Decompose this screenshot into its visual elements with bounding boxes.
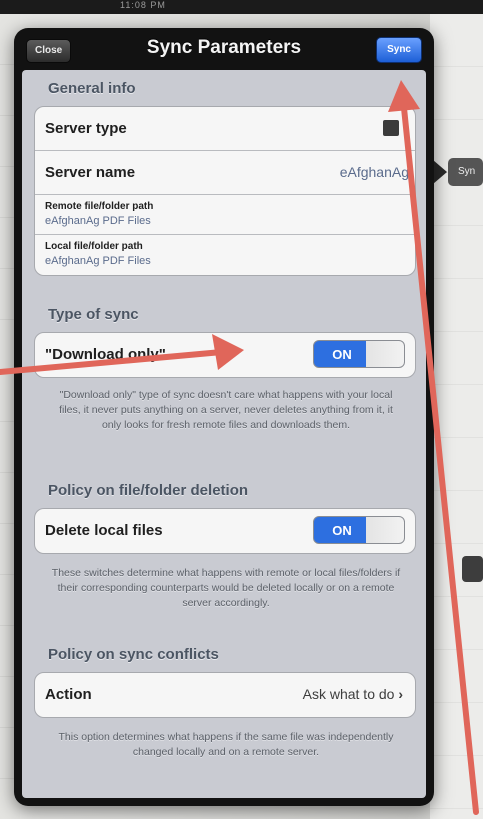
- chevron-right-icon: ›: [398, 686, 403, 702]
- local-path-label: Local file/folder path: [45, 241, 143, 252]
- action-label: Action: [45, 686, 92, 703]
- action-value-text: Ask what to do: [302, 686, 395, 702]
- section-header-sync-type: Type of sync: [48, 306, 139, 323]
- status-bar: 11:08 PM: [0, 0, 483, 14]
- remote-path-row[interactable]: Remote file/folder path eAfghanAg PDF Fi…: [35, 195, 415, 235]
- status-time: 11:08 PM: [120, 0, 166, 10]
- group-general: Server type Server name eAfghanAg Remote…: [34, 106, 416, 276]
- group-deletion: Delete local files ON: [34, 508, 416, 554]
- server-name-label: Server name: [45, 164, 136, 181]
- toggle-on-label: ON: [332, 523, 352, 538]
- delete-local-files-row: Delete local files ON: [35, 509, 415, 553]
- background-right-panel: [430, 14, 483, 819]
- background-small-button[interactable]: [462, 556, 483, 582]
- sync-type-footnote: "Download only" type of sync doesn't car…: [59, 389, 393, 431]
- local-path-row[interactable]: Local file/folder path eAfghanAg PDF Fil…: [35, 235, 415, 275]
- local-path-value: eAfghanAg PDF Files: [45, 255, 151, 267]
- remote-path-label: Remote file/folder path: [45, 201, 154, 212]
- download-only-row: "Download only" ON: [35, 333, 415, 377]
- section-header-deletion: Policy on file/folder deletion: [48, 482, 249, 499]
- popover-pointer: [433, 160, 447, 184]
- action-row[interactable]: Action Ask what to do ›: [35, 673, 415, 717]
- server-name-value: eAfghanAg: [339, 164, 409, 180]
- server-name-row[interactable]: Server name eAfghanAg: [35, 151, 415, 195]
- section-header-general: General info: [48, 80, 136, 97]
- section-header-conflicts: Policy on sync conflicts: [48, 646, 219, 663]
- sync-parameters-popover: Close Sync Parameters Sync General info …: [14, 28, 434, 806]
- remote-path-value: eAfghanAg PDF Files: [45, 215, 151, 227]
- toggle-on-label: ON: [332, 347, 352, 362]
- sync-button[interactable]: Sync: [376, 37, 422, 63]
- server-type-label: Server type: [45, 120, 127, 137]
- server-type-row[interactable]: Server type: [35, 107, 415, 151]
- settings-table: General info Server type Server name eAf…: [22, 70, 426, 798]
- server-type-icon: [383, 120, 399, 136]
- deletion-footnote: These switches determine what happens wi…: [51, 567, 401, 609]
- action-value: Ask what to do ›: [303, 686, 403, 702]
- delete-local-files-toggle[interactable]: ON: [313, 516, 405, 544]
- page-title: Sync Parameters: [146, 37, 302, 58]
- delete-local-files-label: Delete local files: [45, 522, 163, 539]
- group-sync-type: "Download only" ON: [34, 332, 416, 378]
- group-conflicts: Action Ask what to do ›: [34, 672, 416, 718]
- download-only-label: "Download only": [45, 346, 166, 363]
- navigation-bar: Close Sync Parameters Sync: [14, 28, 434, 70]
- conflicts-footnote: This option determines what happens if t…: [58, 731, 394, 758]
- download-only-toggle[interactable]: ON: [313, 340, 405, 368]
- background-sync-button[interactable]: Syn: [448, 158, 483, 186]
